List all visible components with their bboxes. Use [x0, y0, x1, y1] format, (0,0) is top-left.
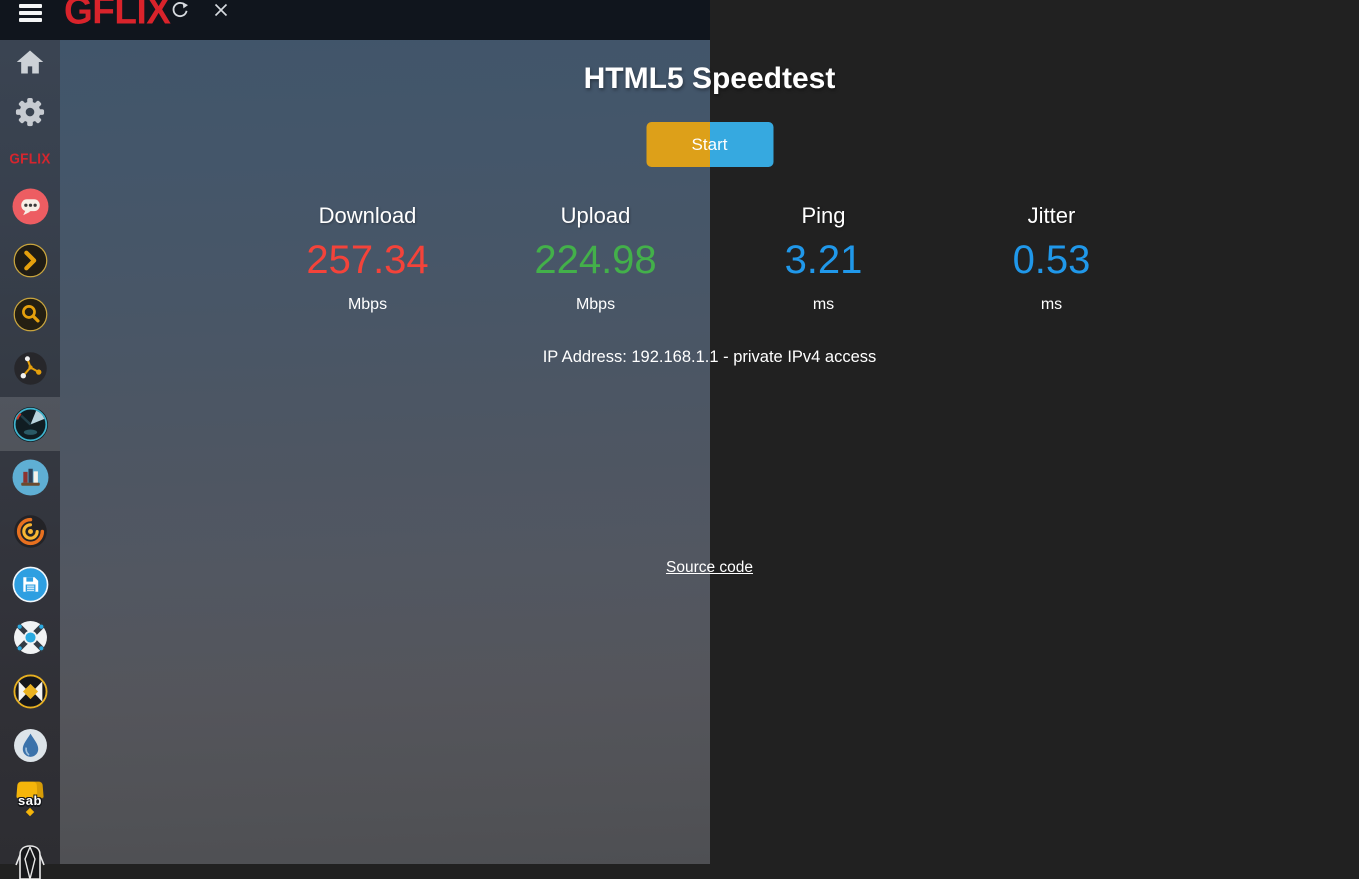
jacket-icon	[11, 825, 49, 879]
metric-ping: Ping 3.21 ms	[710, 203, 938, 314]
grafana-icon	[13, 514, 48, 549]
start-button[interactable]: Start	[646, 122, 773, 167]
gear-icon	[15, 97, 45, 127]
ip-address-line: IP Address: 192.168.1.1 - private IPv4 a…	[60, 348, 1359, 367]
metric-value: 0.53	[938, 237, 1166, 283]
close-icon[interactable]	[213, 2, 229, 18]
sidebar-item-gflix[interactable]: GFLIX	[0, 131, 60, 185]
sabnzbd-icon: sab	[10, 779, 50, 819]
water-drop-icon	[13, 728, 48, 763]
topbar: GFLIX	[0, 0, 710, 40]
tautulli-icon	[13, 351, 48, 386]
metric-unit: Mbps	[482, 295, 710, 314]
sidebar-item-sabnzbd[interactable]: sab	[0, 772, 60, 826]
sidebar-item-node-gold[interactable]	[0, 664, 60, 718]
metric-jitter: Jitter 0.53 ms	[938, 203, 1166, 314]
source-code-row: Source code	[60, 559, 1359, 577]
metric-unit: ms	[938, 295, 1166, 314]
sidebar-item-node-blue[interactable]	[0, 610, 60, 664]
source-code-link[interactable]: Source code	[666, 559, 753, 576]
gflix-logo[interactable]: GFLIX	[64, 0, 170, 33]
sidebar-item-library[interactable]	[0, 450, 60, 504]
metric-label: Jitter	[938, 203, 1166, 229]
metric-label: Ping	[710, 203, 938, 229]
hamburger-menu-icon[interactable]	[19, 4, 42, 22]
metric-value: 224.98	[482, 237, 710, 283]
sidebar-item-speedtest[interactable]	[0, 397, 60, 451]
sidebar-item-home[interactable]	[0, 35, 60, 89]
blue-core-app-icon	[13, 620, 48, 655]
metric-label: Upload	[482, 203, 710, 229]
gflix-tab-label: GFLIX	[9, 150, 50, 167]
refresh-icon[interactable]	[171, 1, 189, 19]
sidebar-item-grafana[interactable]	[0, 504, 60, 558]
sidebar-item-plex[interactable]	[0, 233, 60, 287]
metric-unit: ms	[710, 295, 938, 314]
metrics-row: Download 257.34 Mbps Upload 224.98 Mbps …	[254, 203, 1166, 314]
metric-value: 257.34	[254, 237, 482, 283]
chat-bubble-icon	[12, 188, 49, 225]
sidebar-item-search-app[interactable]	[0, 287, 60, 341]
page-title: HTML5 Speedtest	[60, 62, 1359, 96]
metric-label: Download	[254, 203, 482, 229]
sidebar-item-backup[interactable]	[0, 557, 60, 611]
metric-download: Download 257.34 Mbps	[254, 203, 482, 314]
sabnzbd-logo-text: sab	[10, 793, 50, 808]
sidebar-item-jackett[interactable]	[0, 825, 60, 879]
books-icon	[12, 459, 49, 496]
sidebar: GFLIX	[0, 40, 60, 864]
magnifier-app-icon	[13, 297, 48, 332]
sidebar-item-deluge[interactable]	[0, 718, 60, 772]
sidebar-item-tautulli[interactable]	[0, 341, 60, 395]
metric-upload: Upload 224.98 Mbps	[482, 203, 710, 314]
sidebar-item-chat[interactable]	[0, 179, 60, 233]
metric-value: 3.21	[710, 237, 938, 283]
plex-icon	[13, 243, 48, 278]
gold-core-app-icon	[13, 674, 48, 709]
metric-unit: Mbps	[254, 295, 482, 314]
speedtest-panel: HTML5 Speedtest Start Download 257.34 Mb…	[60, 40, 1359, 864]
floppy-disk-icon	[12, 566, 49, 603]
speedtest-gauge-icon	[12, 406, 49, 443]
home-icon	[15, 48, 45, 76]
